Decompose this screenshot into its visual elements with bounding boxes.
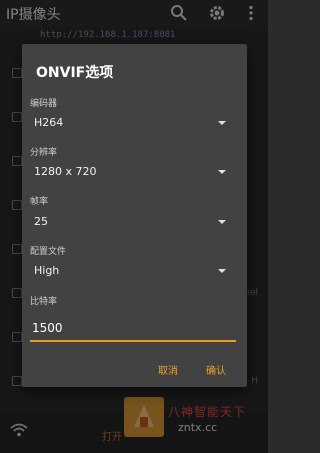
framerate-value: 25 xyxy=(34,215,48,228)
encoder-value: H264 xyxy=(34,116,64,129)
confirm-button[interactable]: 确认 xyxy=(206,362,226,377)
dialog-title: ONVIF选项 xyxy=(36,65,114,81)
encoder-select[interactable]: H264 xyxy=(30,112,238,134)
bitrate-label: 比特率 xyxy=(30,297,58,307)
profile-select[interactable]: High xyxy=(30,260,238,282)
cancel-button[interactable]: 取消 xyxy=(158,362,178,377)
profile-label: 配置文件 xyxy=(30,247,67,257)
dropdown-arrow-icon xyxy=(218,170,226,174)
dropdown-arrow-icon xyxy=(218,121,226,125)
dropdown-arrow-icon xyxy=(218,269,226,273)
framerate-label: 帧率 xyxy=(30,197,49,207)
dropdown-arrow-icon xyxy=(218,220,226,224)
encoder-label: 编码器 xyxy=(30,99,58,109)
profile-value: High xyxy=(34,264,60,277)
resolution-label: 分辨率 xyxy=(30,148,58,158)
resolution-select[interactable]: 1280 x 720 xyxy=(30,161,238,183)
onvif-options-dialog: ONVIF选项 编码器 H264 分辨率 1280 x 720 帧率 25 配置… xyxy=(22,44,247,387)
framerate-select[interactable]: 25 xyxy=(30,211,238,233)
resolution-value: 1280 x 720 xyxy=(34,165,97,178)
bitrate-input[interactable] xyxy=(30,316,236,342)
